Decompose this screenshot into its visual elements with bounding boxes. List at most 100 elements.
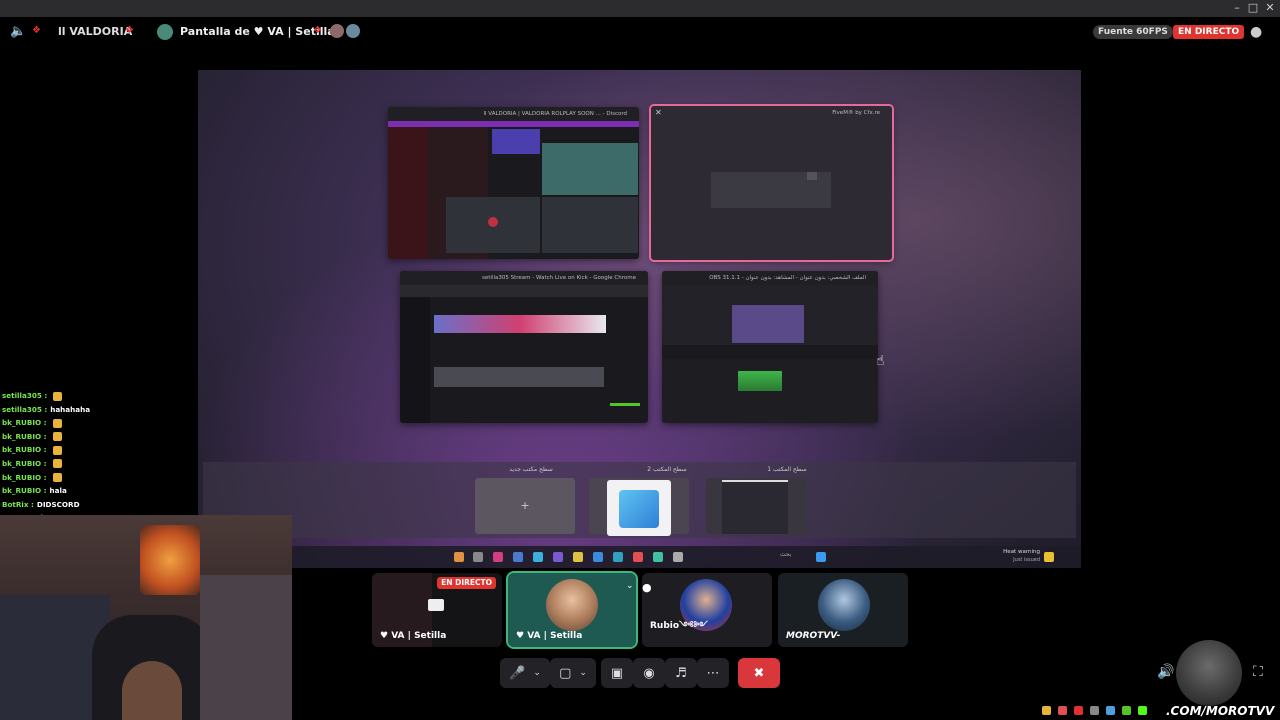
chat-username[interactable]: bk_RUBIO : (2, 473, 47, 482)
app-icon[interactable] (593, 552, 603, 562)
warning-icon (1044, 552, 1054, 562)
hangup-icon: ✖ (753, 665, 765, 681)
close-button[interactable]: ✕ (1263, 1, 1277, 14)
window-thumbnail-obs[interactable]: OBS 31.1.1 - الملف الشخصي: بدون عنوان - … (662, 271, 878, 423)
group-icon[interactable]: ● (642, 581, 652, 594)
chat-username[interactable]: bk_RUBIO : (2, 459, 47, 468)
chat-text: hala (49, 486, 67, 496)
browser-icon[interactable] (613, 552, 623, 562)
social-icon (1058, 706, 1067, 715)
participant-tile-morotvv[interactable]: MOROTVV- (778, 573, 908, 647)
social-icon (1122, 706, 1131, 715)
emote-icon (52, 432, 62, 442)
wall-poster (140, 525, 200, 595)
app-icon[interactable] (673, 552, 683, 562)
participant-tile-setilla[interactable]: ⌄ ♥ VA | Setilla (506, 571, 638, 649)
speaker-icon[interactable]: 🔈 (10, 24, 26, 39)
fullscreen-icon[interactable]: ⛶ (1253, 664, 1263, 680)
leave-call-button[interactable]: ✖ (738, 658, 780, 688)
app-icon[interactable] (553, 552, 563, 562)
chat-bubble-icon[interactable]: ● (1250, 24, 1262, 40)
app-icon[interactable] (633, 552, 643, 562)
camera-off-icon: ▢ (559, 665, 572, 681)
image-file-icon (619, 490, 659, 528)
decoration-icon: ❖ (125, 25, 134, 36)
chat-text: DIDSCORD (36, 499, 80, 509)
start-icon[interactable] (816, 552, 826, 562)
emote-icon (52, 445, 62, 455)
chat-message: BotRix : DIDSCORD (2, 498, 132, 512)
emote-icon (53, 391, 63, 401)
chat-message: setilla305 : (2, 389, 132, 403)
chat-username[interactable]: setilla305 : (2, 391, 47, 400)
emote-icon (52, 459, 62, 469)
chat-message: bk_RUBIO : (2, 471, 132, 485)
volume-icon[interactable]: 🔊 (1157, 664, 1174, 680)
soundboard-button[interactable]: ♬ (665, 658, 697, 688)
soundboard-icon: ♬ (675, 665, 687, 681)
chat-message: setilla305 : hahahaha (2, 403, 132, 417)
chat-username[interactable]: bk_RUBIO : (2, 432, 47, 441)
participant-name: ♥ VA | Setilla (380, 631, 447, 641)
desktop-1-tile[interactable] (706, 478, 806, 534)
folder-icon[interactable] (573, 552, 583, 562)
avatar (818, 579, 870, 631)
shared-screen[interactable]: ll VALDORIA | VALDORIA ROLPLAY SOON ... … (198, 70, 1081, 568)
app-icon[interactable] (454, 552, 464, 562)
viewer-avatar[interactable] (330, 24, 344, 38)
social-icon (1106, 706, 1115, 715)
emote-icon (52, 473, 62, 483)
maximize-button[interactable]: □ (1246, 1, 1260, 14)
close-icon[interactable]: ✕ (655, 108, 662, 117)
app-icon[interactable] (533, 552, 543, 562)
chevron-down-icon[interactable]: ⌄ (626, 581, 634, 591)
window-thumbnail-chrome[interactable]: setilla305 Stream - Watch Live on Kick -… (400, 271, 648, 423)
participant-name: Rubio༺༻ (650, 621, 708, 631)
new-desktop-button[interactable]: + (475, 478, 575, 534)
chat-username[interactable]: bk_RUBIO : (2, 445, 47, 454)
chevron-down-icon[interactable]: ⌄ (533, 668, 541, 678)
minimize-button[interactable]: – (1230, 1, 1244, 14)
desktop-2-tile[interactable] (589, 478, 689, 536)
more-button[interactable]: ⋯ (697, 658, 729, 688)
stream-header: 🔈 ❖ ll VALDORIA ❖ Pantalla de ♥ VA | Set… (0, 17, 1280, 47)
viewer-avatar[interactable] (346, 24, 360, 38)
chevron-down-icon[interactable]: ⌄ (579, 668, 587, 678)
app-icon[interactable] (513, 552, 523, 562)
window-title: FiveM® by Cfx.re (651, 106, 892, 120)
chat-username[interactable]: bk_RUBIO : (2, 418, 47, 427)
overlay-avatar (1176, 640, 1242, 706)
os-title-bar: – □ ✕ (0, 0, 1280, 17)
screenshare-button[interactable]: ▣ (601, 658, 633, 688)
participant-tile-rubio[interactable]: ● Rubio༺༻ (642, 573, 772, 647)
gamepad-icon: ◉ (643, 665, 655, 681)
chat-message: bk_RUBIO : (2, 443, 132, 457)
participant-tile-stream[interactable]: EN DIRECTO ♥ VA | Setilla (372, 573, 502, 647)
chat-username[interactable]: setilla305 : (2, 405, 47, 414)
watermark-text: .COM/MOROTVV (1166, 704, 1275, 718)
app-icon[interactable] (653, 552, 663, 562)
streamer-avatar (157, 24, 173, 40)
desktop-label: سطح المكتب 1 (767, 466, 807, 473)
mic-button[interactable]: 🎤 ⌄ (500, 658, 550, 688)
screenshare-icon: ▣ (610, 665, 624, 681)
chat-username[interactable]: BotRix : (2, 500, 34, 509)
window-title: setilla305 Stream - Watch Live on Kick -… (400, 271, 648, 285)
activity-button[interactable]: ◉ (633, 658, 665, 688)
chat-username[interactable]: bk_RUBIO : (2, 486, 47, 495)
camera-button[interactable]: ▢ ⌄ (550, 658, 596, 688)
taskbar-search[interactable]: بحث (780, 551, 791, 558)
window-thumbnail-discord[interactable]: ll VALDORIA | VALDORIA ROLPLAY SOON ... … (388, 107, 639, 259)
monitor-icon (428, 599, 444, 611)
window-thumbnail-fivem[interactable]: FiveM® by Cfx.re ✕ (649, 104, 894, 262)
kick-icon (1138, 706, 1147, 715)
server-name[interactable]: ll VALDORIA (58, 25, 132, 38)
source-quality-badge: Fuente 60FPS (1093, 25, 1173, 39)
chat-message: bk_RUBIO : (2, 416, 132, 430)
app-icon[interactable] (473, 552, 483, 562)
stream-title: Pantalla de ♥ VA | Setilla (180, 25, 335, 38)
notification-title[interactable]: Heat warning (988, 549, 1040, 555)
notification-time: Just issued (1013, 557, 1040, 563)
avatar (546, 579, 598, 631)
app-icon[interactable] (493, 552, 503, 562)
